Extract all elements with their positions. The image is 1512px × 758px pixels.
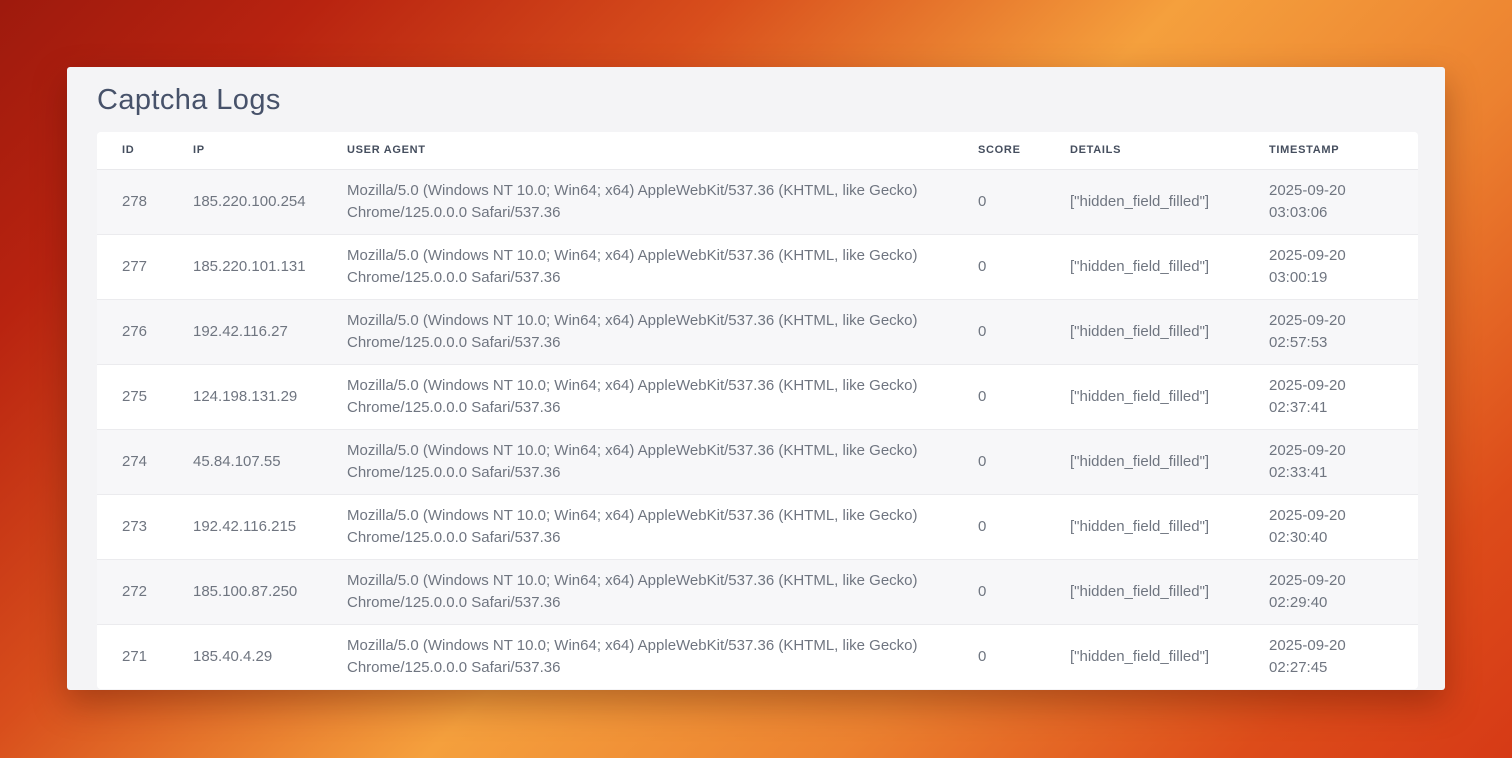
cell-timestamp: 2025-09-20 02:37:41 — [1269, 364, 1418, 429]
table-row: 273192.42.116.215Mozilla/5.0 (Windows NT… — [97, 494, 1418, 559]
table-header-row: ID IP USER AGENT SCORE DETAILS TIMESTAMP — [97, 132, 1418, 169]
table-row: 277185.220.101.131Mozilla/5.0 (Windows N… — [97, 234, 1418, 299]
cell-score: 0 — [978, 624, 1070, 689]
cell-id: 277 — [97, 234, 193, 299]
column-header-score: SCORE — [978, 132, 1070, 169]
cell-user-agent: Mozilla/5.0 (Windows NT 10.0; Win64; x64… — [347, 234, 978, 299]
column-header-details: DETAILS — [1070, 132, 1269, 169]
cell-id: 273 — [97, 494, 193, 559]
captcha-logs-table: ID IP USER AGENT SCORE DETAILS TIMESTAMP… — [97, 132, 1418, 689]
column-header-id: ID — [97, 132, 193, 169]
table-row: 271185.40.4.29Mozilla/5.0 (Windows NT 10… — [97, 624, 1418, 689]
cell-details: ["hidden_field_filled"] — [1070, 169, 1269, 234]
cell-ip: 185.220.101.131 — [193, 234, 347, 299]
cell-details: ["hidden_field_filled"] — [1070, 494, 1269, 559]
cell-ip: 192.42.116.27 — [193, 299, 347, 364]
captcha-logs-table-container: ID IP USER AGENT SCORE DETAILS TIMESTAMP… — [97, 132, 1418, 689]
cell-score: 0 — [978, 559, 1070, 624]
cell-ip: 45.84.107.55 — [193, 429, 347, 494]
cell-score: 0 — [978, 299, 1070, 364]
table-row: 278185.220.100.254Mozilla/5.0 (Windows N… — [97, 169, 1418, 234]
cell-details: ["hidden_field_filled"] — [1070, 559, 1269, 624]
column-header-timestamp: TIMESTAMP — [1269, 132, 1418, 169]
cell-ip: 185.40.4.29 — [193, 624, 347, 689]
table-body: 278185.220.100.254Mozilla/5.0 (Windows N… — [97, 169, 1418, 689]
page-title: Captcha Logs — [97, 84, 1415, 116]
cell-score: 0 — [978, 429, 1070, 494]
cell-timestamp: 2025-09-20 02:29:40 — [1269, 559, 1418, 624]
cell-details: ["hidden_field_filled"] — [1070, 624, 1269, 689]
cell-score: 0 — [978, 234, 1070, 299]
cell-timestamp: 2025-09-20 03:03:06 — [1269, 169, 1418, 234]
cell-ip: 124.198.131.29 — [193, 364, 347, 429]
cell-id: 275 — [97, 364, 193, 429]
cell-score: 0 — [978, 364, 1070, 429]
cell-id: 271 — [97, 624, 193, 689]
table-row: 272185.100.87.250Mozilla/5.0 (Windows NT… — [97, 559, 1418, 624]
table-row: 276192.42.116.27Mozilla/5.0 (Windows NT … — [97, 299, 1418, 364]
cell-details: ["hidden_field_filled"] — [1070, 364, 1269, 429]
table-row: 275124.198.131.29Mozilla/5.0 (Windows NT… — [97, 364, 1418, 429]
cell-id: 276 — [97, 299, 193, 364]
cell-id: 272 — [97, 559, 193, 624]
cell-ip: 185.220.100.254 — [193, 169, 347, 234]
cell-timestamp: 2025-09-20 02:30:40 — [1269, 494, 1418, 559]
cell-details: ["hidden_field_filled"] — [1070, 429, 1269, 494]
column-header-ip: IP — [193, 132, 347, 169]
cell-timestamp: 2025-09-20 02:57:53 — [1269, 299, 1418, 364]
cell-id: 278 — [97, 169, 193, 234]
cell-ip: 185.100.87.250 — [193, 559, 347, 624]
cell-score: 0 — [978, 494, 1070, 559]
cell-user-agent: Mozilla/5.0 (Windows NT 10.0; Win64; x64… — [347, 624, 978, 689]
column-header-user-agent: USER AGENT — [347, 132, 978, 169]
cell-user-agent: Mozilla/5.0 (Windows NT 10.0; Win64; x64… — [347, 494, 978, 559]
cell-details: ["hidden_field_filled"] — [1070, 299, 1269, 364]
cell-user-agent: Mozilla/5.0 (Windows NT 10.0; Win64; x64… — [347, 559, 978, 624]
cell-timestamp: 2025-09-20 02:27:45 — [1269, 624, 1418, 689]
cell-id: 274 — [97, 429, 193, 494]
cell-user-agent: Mozilla/5.0 (Windows NT 10.0; Win64; x64… — [347, 364, 978, 429]
cell-user-agent: Mozilla/5.0 (Windows NT 10.0; Win64; x64… — [347, 299, 978, 364]
captcha-logs-card: Captcha Logs ID IP USER AGENT SCORE DETA… — [67, 67, 1445, 690]
table-row: 27445.84.107.55Mozilla/5.0 (Windows NT 1… — [97, 429, 1418, 494]
cell-timestamp: 2025-09-20 03:00:19 — [1269, 234, 1418, 299]
cell-user-agent: Mozilla/5.0 (Windows NT 10.0; Win64; x64… — [347, 169, 978, 234]
cell-timestamp: 2025-09-20 02:33:41 — [1269, 429, 1418, 494]
cell-ip: 192.42.116.215 — [193, 494, 347, 559]
cell-details: ["hidden_field_filled"] — [1070, 234, 1269, 299]
cell-user-agent: Mozilla/5.0 (Windows NT 10.0; Win64; x64… — [347, 429, 978, 494]
cell-score: 0 — [978, 169, 1070, 234]
